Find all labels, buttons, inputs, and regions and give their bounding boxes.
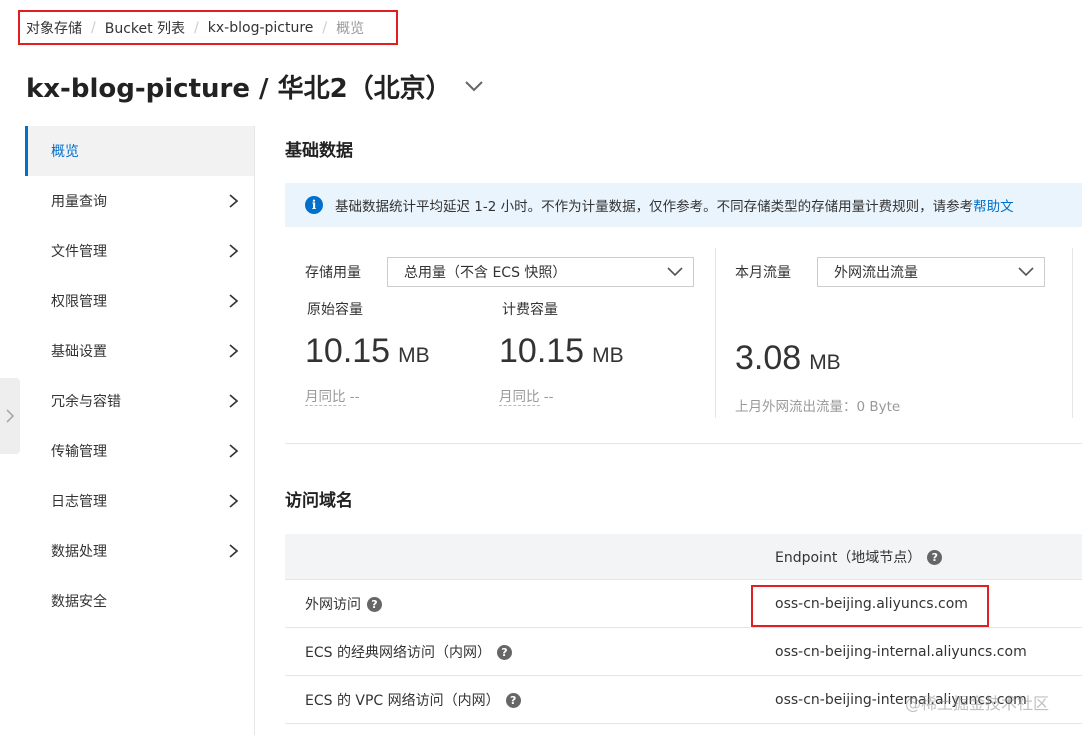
sidebar-item-label: 数据安全 — [51, 594, 107, 610]
traffic-value: 3.08 MB — [735, 339, 841, 378]
billed-capacity-label: 计费容量 — [502, 302, 558, 318]
traffic-unit: MB — [809, 351, 841, 374]
breadcrumb-item-current: 概览 — [336, 20, 365, 37]
sidebar-item-usage[interactable]: 用量查询 — [25, 176, 254, 226]
sidebar-item-permissions[interactable]: 权限管理 — [25, 276, 254, 326]
storage-type-select[interactable]: 总用量（不含 ECS 快照） — [387, 257, 694, 287]
info-icon: i — [305, 196, 323, 214]
breadcrumb-item-bucket[interactable]: kx-blog-picture — [208, 20, 314, 36]
sidebar-item-data-processing[interactable]: 数据处理 — [25, 526, 254, 576]
notice-text: 基础数据统计平均延迟 1-2 小时。不作为计量数据，仅作参考。不同存储类型的存储… — [335, 199, 974, 215]
billed-capacity-compare: 月同比 -- — [499, 385, 554, 406]
table-row: ECS 的经典网络访问（内网） ? oss-cn-beijing-interna… — [285, 628, 1082, 676]
traffic-type-select-value: 外网流出流量 — [834, 265, 918, 281]
billed-capacity-value: 10.15 MB — [499, 332, 624, 371]
help-icon[interactable]: ? — [505, 692, 521, 708]
chevron-right-icon — [229, 544, 238, 558]
chevron-right-icon — [229, 444, 238, 458]
chevron-right-icon — [229, 344, 238, 358]
section-title-access-domain: 访问域名 — [285, 491, 353, 511]
row-name-classic-internal: ECS 的经典网络访问（内网） ? — [305, 628, 512, 676]
billed-compare-value: -- — [543, 389, 554, 405]
sidebar-item-label: 概览 — [51, 144, 79, 160]
column-header-endpoint: Endpoint（地域节点） ? — [775, 534, 943, 580]
chevron-right-icon — [229, 294, 238, 308]
chevron-down-icon[interactable] — [464, 79, 484, 93]
chevron-right-icon — [229, 494, 238, 508]
section-title-basic-data: 基础数据 — [285, 141, 353, 161]
breadcrumb-separator: / — [322, 19, 328, 36]
billed-capacity-number: 10.15 — [499, 332, 585, 370]
raw-compare-value: -- — [349, 389, 360, 405]
breadcrumb: 对象存储 / Bucket 列表 / kx-blog-picture / 概览 — [18, 10, 398, 45]
sidebar-item-label: 传输管理 — [51, 444, 107, 460]
raw-capacity-value: 10.15 MB — [305, 332, 430, 371]
row-endpoint[interactable]: oss-cn-beijing-internal.aliyuncs.com — [775, 628, 1027, 676]
table-header: Endpoint（地域节点） ? — [285, 534, 1082, 580]
chevron-right-icon — [6, 409, 14, 423]
chevron-right-icon — [229, 194, 238, 208]
sidebar-item-data-security[interactable]: 数据安全 — [25, 576, 254, 626]
sidebar-item-redundancy[interactable]: 冗余与容错 — [25, 376, 254, 426]
sidebar-item-label: 用量查询 — [51, 194, 107, 210]
table-row: ECS 的 VPC 网络访问（内网） ? oss-cn-beijing-inte… — [285, 676, 1082, 724]
sidebar-item-transfer[interactable]: 传输管理 — [25, 426, 254, 476]
sidebar-item-label: 文件管理 — [51, 244, 107, 260]
sidebar-item-label: 数据处理 — [51, 544, 107, 560]
row-name-public: 外网访问 ? — [305, 580, 382, 628]
help-icon[interactable]: ? — [496, 644, 512, 660]
stats-divider — [1072, 248, 1073, 418]
raw-capacity-unit: MB — [398, 344, 430, 367]
sidebar-item-files[interactable]: 文件管理 — [25, 226, 254, 276]
breadcrumb-item-oss[interactable]: 对象存储 — [26, 18, 82, 38]
info-notice: i 基础数据统计平均延迟 1-2 小时。不作为计量数据，仅作参考。不同存储类型的… — [285, 183, 1082, 227]
sidebar-item-label: 日志管理 — [51, 494, 107, 510]
chevron-down-icon — [667, 267, 683, 277]
help-icon[interactable]: ? — [927, 549, 943, 565]
row-name-label: ECS 的经典网络访问（内网） — [305, 645, 491, 661]
page-title-text: kx-blog-picture / 华北2（北京） — [26, 73, 452, 104]
row-name-label: ECS 的 VPC 网络访问（内网） — [305, 693, 500, 709]
watermark: @稀土掘金技术社区 — [905, 694, 1050, 713]
raw-compare-label: 月同比 — [305, 389, 346, 406]
storage-usage-label: 存储用量 — [305, 265, 361, 281]
sidebar-item-basic-settings[interactable]: 基础设置 — [25, 326, 254, 376]
raw-capacity-label: 原始容量 — [307, 302, 363, 318]
raw-capacity-compare: 月同比 -- — [305, 385, 360, 406]
breadcrumb-item-bucket-list[interactable]: Bucket 列表 — [105, 18, 185, 38]
sidebar-expand-handle[interactable] — [0, 378, 20, 454]
storage-type-select-value: 总用量（不含 ECS 快照） — [404, 265, 567, 281]
monthly-traffic-label: 本月流量 — [735, 265, 791, 281]
billed-capacity-unit: MB — [592, 344, 624, 367]
chevron-right-icon — [229, 394, 238, 408]
sidebar-item-logs[interactable]: 日志管理 — [25, 476, 254, 526]
chevron-right-icon — [229, 244, 238, 258]
sidebar-item-label: 冗余与容错 — [51, 394, 121, 410]
help-icon[interactable]: ? — [367, 596, 382, 612]
sidebar-item-label: 权限管理 — [51, 294, 107, 310]
table-row: 外网访问 ? oss-cn-beijing.aliyuncs.com — [285, 580, 1082, 628]
breadcrumb-separator: / — [91, 19, 96, 36]
traffic-type-select[interactable]: 外网流出流量 — [817, 257, 1045, 287]
page-title[interactable]: kx-blog-picture / 华北2（北京） — [26, 66, 484, 106]
last-month-traffic: 上月外网流出流量：0 Byte — [735, 399, 901, 415]
row-endpoint[interactable]: oss-cn-beijing.aliyuncs.com — [775, 580, 968, 628]
traffic-number: 3.08 — [735, 339, 802, 377]
breadcrumb-separator: / — [194, 19, 199, 36]
billed-compare-label: 月同比 — [499, 389, 540, 406]
endpoint-table: Endpoint（地域节点） ? 外网访问 ? oss-cn-beijing.a… — [285, 534, 1082, 724]
chevron-down-icon — [1018, 267, 1034, 277]
sidebar-item-label: 基础设置 — [51, 344, 107, 360]
sidebar-item-overview[interactable]: 概览 — [25, 126, 254, 176]
column-header-endpoint-label: Endpoint（地域节点） — [775, 550, 922, 566]
raw-capacity-number: 10.15 — [305, 332, 391, 370]
sidebar: 概览 用量查询 文件管理 权限管理 基础设置 冗余与容错 传输管理 日志管理 数… — [25, 126, 255, 735]
row-name-label: 外网访问 — [305, 597, 361, 613]
stats-divider — [715, 248, 716, 418]
help-link[interactable]: 帮助文 — [973, 195, 1014, 215]
row-name-vpc-internal: ECS 的 VPC 网络访问（内网） ? — [305, 676, 521, 724]
